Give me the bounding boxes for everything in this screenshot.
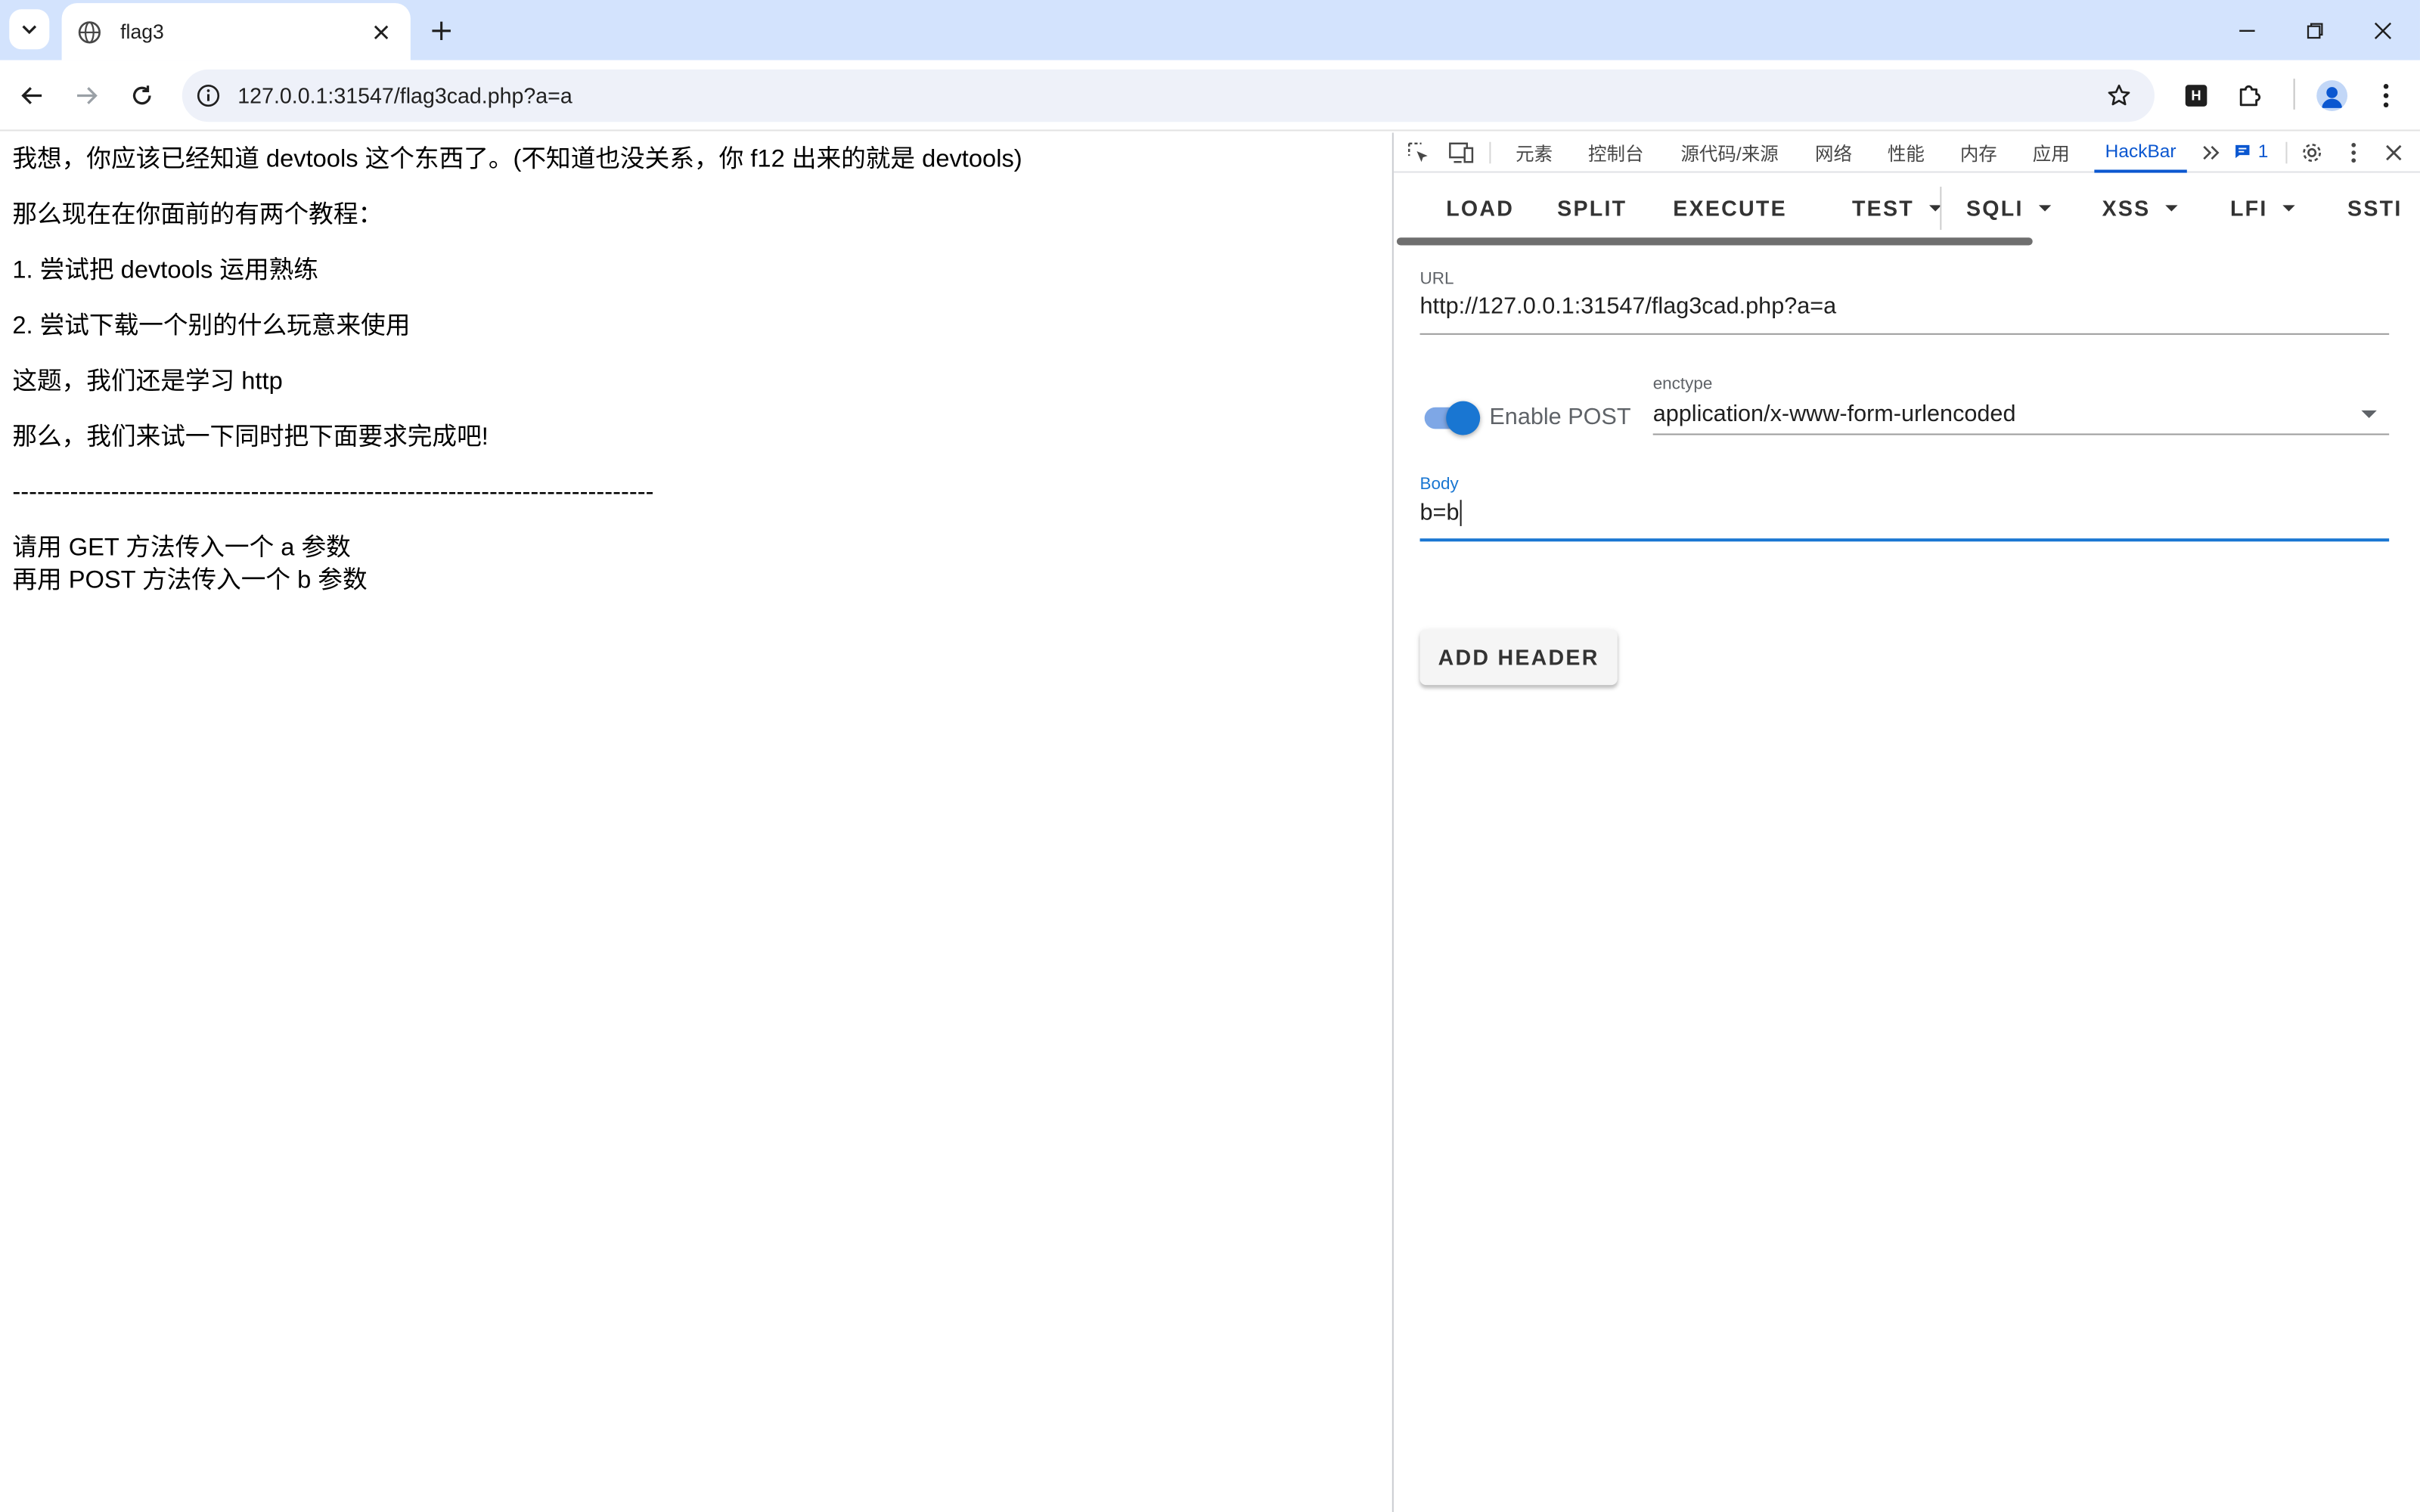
- close-window-button[interactable]: [2349, 0, 2417, 60]
- page-text-line: 那么，我们来试一下同时把下面要求完成吧!: [12, 424, 489, 451]
- site-info-icon[interactable]: [185, 73, 231, 119]
- devtools-menu-icon[interactable]: [2338, 138, 2369, 169]
- enable-post-toggle-knob[interactable]: [1446, 401, 1481, 435]
- inspect-element-icon[interactable]: [1403, 138, 1434, 169]
- close-devtools-icon[interactable]: [2378, 138, 2409, 169]
- person-icon: [2316, 80, 2348, 111]
- extensions-puzzle-icon[interactable]: [2229, 74, 2272, 117]
- page-text-line: 1. 尝试把 devtools 运用熟练: [12, 257, 318, 284]
- hackbar-horizontal-scrollbar[interactable]: [1396, 237, 2033, 246]
- execute-button[interactable]: EXECUTE: [1673, 190, 1787, 227]
- back-button[interactable]: [11, 74, 54, 117]
- tab-elements[interactable]: 元素: [1516, 133, 1553, 173]
- sqli-label: SQLI: [1965, 196, 2024, 221]
- minimize-icon: [2239, 29, 2255, 32]
- page-text-line: 我想，你应该已经知道 devtools 这个东西了。(不知道也没关系，你 f12…: [12, 146, 1022, 173]
- url-field[interactable]: http://127.0.0.1:31547/flag3cad.php?a=a: [1420, 293, 1837, 320]
- chevron-down-icon: [22, 25, 37, 35]
- tab-sources[interactable]: 源代码/来源: [1680, 133, 1778, 173]
- tab-application[interactable]: 应用: [2033, 133, 2070, 173]
- tab-strip: flag3: [0, 0, 2420, 60]
- device-toolbar-icon[interactable]: [1446, 138, 1477, 169]
- dropdown-caret-icon: [2039, 205, 2052, 212]
- load-button[interactable]: LOAD: [1446, 190, 1514, 227]
- page-content: 我想，你应该已经知道 devtools 这个东西了。(不知道也没关系，你 f12…: [0, 132, 1392, 1512]
- lfi-menu-button[interactable]: LFI: [2229, 190, 2296, 227]
- tab-console[interactable]: 控制台: [1588, 133, 1644, 173]
- globe-icon: [77, 20, 102, 45]
- page-text-line: 再用 POST 方法传入一个 b 参数: [12, 568, 368, 594]
- issues-count: 1: [2257, 140, 2269, 163]
- issues-counter[interactable]: 1: [2233, 140, 2269, 163]
- reload-button[interactable]: [120, 74, 163, 117]
- reload-icon: [132, 85, 151, 105]
- address-url[interactable]: 127.0.0.1:31547/flag3cad.php?a=a: [237, 83, 2096, 108]
- toolbar-separator: [2293, 79, 2295, 110]
- message-icon: [2235, 144, 2250, 159]
- split-button[interactable]: SPLIT: [1557, 190, 1627, 227]
- address-bar[interactable]: 127.0.0.1:31547/flag3cad.php?a=a: [182, 69, 2155, 122]
- lfi-label: LFI: [2229, 196, 2268, 221]
- divider-line: ----------------------------------------…: [12, 479, 654, 507]
- enctype-label: enctype: [1652, 374, 1713, 394]
- xss-label: XSS: [2102, 196, 2151, 221]
- enctype-underline: [1652, 433, 2390, 435]
- more-tabs-chevron-icon[interactable]: [2196, 138, 2227, 169]
- url-field-label: URL: [1419, 270, 1454, 289]
- tab-memory[interactable]: 内存: [1960, 133, 1997, 173]
- browser-toolbar: 127.0.0.1:31547/flag3cad.php?a=a H: [0, 60, 2420, 132]
- page-text-line: 2. 尝试下载一个别的什么玩意来使用: [12, 313, 411, 339]
- body-field[interactable]: b=b: [1420, 500, 1460, 526]
- new-tab-button[interactable]: [423, 12, 460, 49]
- arrow-right-icon: [77, 87, 98, 104]
- tab-network[interactable]: 网络: [1815, 133, 1852, 173]
- devtools-panel: 元素 控制台 源代码/来源 网络 性能 内存 应用 HackBar 1 LOAD…: [1392, 132, 2420, 1512]
- body-field-underline: [1419, 538, 2390, 542]
- text-cursor: [1460, 500, 1462, 526]
- hackbar-toolbar: LOAD SPLIT EXECUTE TEST SQLI XSS LFI SST…: [1394, 175, 2420, 243]
- url-field-underline: [1419, 333, 2390, 335]
- more-vertical-icon: [2383, 84, 2389, 108]
- enctype-select[interactable]: application/x-www-form-urlencoded: [1653, 401, 2016, 428]
- settings-gear-icon[interactable]: [2297, 138, 2328, 169]
- dropdown-caret-icon: [2165, 205, 2179, 212]
- tab-performance[interactable]: 性能: [1888, 133, 1925, 173]
- test-label: TEST: [1851, 196, 1914, 221]
- restore-button[interactable]: [2281, 0, 2349, 60]
- body-field-label: Body: [1419, 475, 1459, 494]
- xss-menu-button[interactable]: XSS: [2102, 190, 2179, 227]
- bookmark-star-icon[interactable]: [2096, 73, 2142, 119]
- sqli-menu-button[interactable]: SQLI: [1965, 190, 2052, 227]
- page-text-line: 请用 GET 方法传入一个 a 参数: [12, 535, 351, 562]
- browser-tab[interactable]: flag3: [61, 3, 411, 60]
- plus-icon: [432, 21, 451, 41]
- tab-search-button[interactable]: [9, 9, 50, 50]
- devtools-separator: [2285, 141, 2288, 164]
- tab-hackbar[interactable]: HackBar: [2094, 133, 2187, 173]
- hackbar-divider: [1940, 186, 1942, 231]
- dropdown-caret-icon: [2282, 205, 2296, 212]
- devtools-tab-bar: 元素 控制台 源代码/来源 网络 性能 内存 应用 HackBar 1: [1393, 133, 2420, 173]
- devtools-separator: [1489, 141, 1491, 164]
- enable-post-label: Enable POST: [1489, 404, 1631, 431]
- minimize-button[interactable]: [2214, 0, 2282, 60]
- page-text-line: 这题，我们还是学习 http: [12, 368, 283, 395]
- page-text-line: 那么现在在你面前的有两个教程：: [12, 202, 383, 229]
- hackbar-extension-icon[interactable]: H: [2174, 74, 2217, 117]
- ssti-menu-button[interactable]: SSTI: [2347, 190, 2403, 227]
- forward-button[interactable]: [65, 74, 108, 117]
- close-icon: [2374, 21, 2392, 39]
- close-icon[interactable]: [368, 17, 396, 45]
- add-header-button[interactable]: ADD HEADER: [1419, 629, 1618, 686]
- enctype-dropdown-icon[interactable]: [2361, 410, 2377, 419]
- test-menu-button[interactable]: TEST: [1852, 190, 1942, 227]
- arrow-left-icon: [21, 87, 42, 104]
- profile-avatar[interactable]: [2310, 74, 2353, 117]
- tab-title: flag3: [120, 20, 164, 44]
- restore-icon: [2307, 22, 2323, 39]
- browser-menu-button[interactable]: [2365, 74, 2408, 117]
